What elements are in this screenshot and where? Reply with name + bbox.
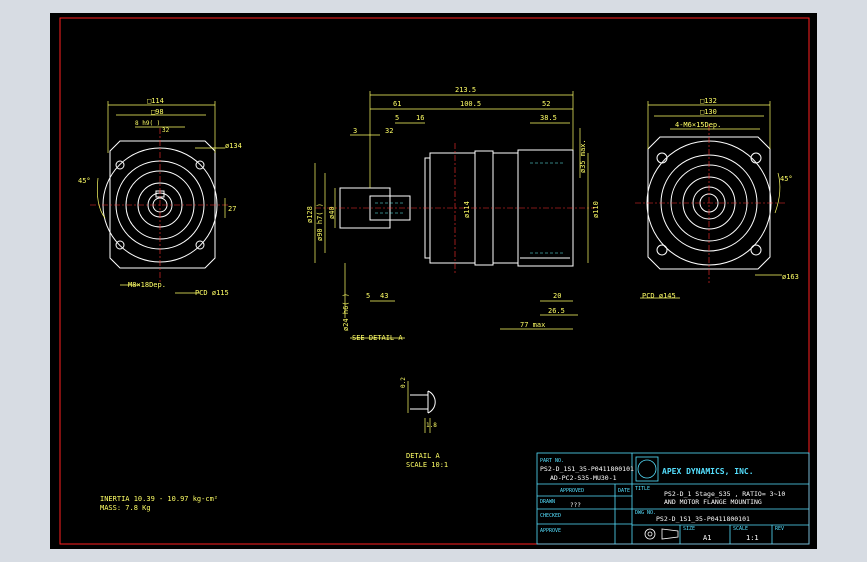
side-middle-label: 100.5: [460, 100, 481, 108]
side-right-label: 52: [542, 100, 550, 108]
side-d385-label: 38.5: [540, 114, 557, 122]
cad-drawing: □114 □98 8 h9( ) 32 ø134 45° 27 M8×18Dep…: [59, 17, 810, 545]
front-mid-label: 32: [162, 127, 170, 134]
side-max-label: 77 max: [520, 321, 545, 329]
part-no-label: PART NO.: [540, 458, 564, 464]
side-body-label: ø114: [463, 201, 471, 218]
mass-note: MASS: 7.8 Kg: [100, 504, 151, 512]
rev-label: REV: [775, 526, 784, 532]
back-square-label: □132: [700, 97, 717, 105]
side-overall-label: 213.5: [455, 86, 476, 94]
side-d16-label: 16: [416, 114, 424, 122]
back-holes-label: 4-M6×15Dep.: [675, 121, 721, 129]
size-label: SIZE: [683, 526, 695, 532]
detail-dim2-label: 1.8: [426, 422, 437, 429]
front-square-label: □114: [147, 97, 164, 105]
company-name: APEX DYNAMICS, INC.: [662, 467, 754, 476]
dwg-number: PS2-D_1S1_35-P0411800101: [656, 515, 750, 523]
detail-dim-label: 0.2: [400, 377, 407, 388]
drawing-sheet: □114 □98 8 h9( ) 32 ø134 45° 27 M8×18Dep…: [50, 13, 817, 549]
projection-symbol: [644, 528, 679, 540]
front-depth-label: 27: [228, 205, 236, 213]
side-d5-label: 5: [395, 114, 399, 122]
front-key-label: 8 h9( ): [135, 120, 160, 127]
side-shaft2-label: ø90 h7( ): [316, 203, 324, 241]
side-key-label: ø24 h6( ): [342, 293, 350, 331]
back-pcd-label: PCD ø145: [642, 292, 676, 300]
detail-scale: SCALE 10:1: [406, 461, 448, 469]
back-centerlines: [635, 125, 785, 283]
back-dia-label: ø163: [782, 273, 799, 281]
side-shaft1-label: ø128: [306, 206, 314, 223]
drawn-label: DRAWN: [540, 499, 555, 505]
side-l43-label: 43: [380, 292, 388, 300]
date-label: DATE: [618, 488, 630, 494]
approve-label: APPROVE: [540, 528, 561, 534]
scale-value: 1:1: [746, 534, 759, 542]
side-d20-label: 20: [553, 292, 561, 300]
inertia-note: INERTIA 10.39 - 10.97 kg-cm²: [100, 495, 218, 503]
side-d32-label: 32: [385, 127, 393, 135]
front-square2-label: □98: [151, 108, 164, 116]
side-flange-label: ø110: [592, 201, 600, 218]
size-value: A1: [703, 534, 711, 542]
detail-a: [410, 390, 436, 414]
see-detail-label: SEE DETAIL A: [352, 334, 403, 342]
dwg-label: DWG NO.: [635, 510, 656, 516]
side-d265-label: 26.5: [548, 307, 565, 315]
approved-label: APPROVED: [560, 488, 584, 494]
side-shaft3-label: ø40: [328, 206, 336, 219]
front-pcd-label: PCD ø115: [195, 289, 229, 297]
back-square2-label: □130: [700, 108, 717, 116]
side-left-label: 61: [393, 100, 401, 108]
title-line-2: AND MOTOR FLANGE MOUNTING: [664, 498, 762, 506]
front-dia-label: ø134: [225, 142, 242, 150]
part-no-2: AD-PC2-S35-MU30-1: [550, 474, 617, 482]
title-line-1: PS2-D_1 Stage_S35 , RATIO= 3~10: [664, 490, 785, 498]
detail-label: DETAIL A: [406, 452, 441, 460]
drawn-value: ???: [570, 502, 581, 509]
front-angle-label: 45°: [78, 177, 91, 185]
title-label: TITLE: [635, 486, 650, 492]
front-bolt-label: M8×18Dep.: [128, 281, 166, 289]
part-no-1: PS2-D_1S1_35-P0411800101: [540, 465, 634, 473]
side-l5-label: 5: [366, 292, 370, 300]
checked-label: CHECKED: [540, 513, 561, 519]
scale-label: SCALE: [733, 526, 748, 532]
side-d3-label: 3: [353, 127, 357, 135]
back-angle-label: 45°: [780, 175, 793, 183]
side-flange-note: ø35 max.: [579, 139, 587, 173]
front-centerlines: [90, 128, 230, 283]
